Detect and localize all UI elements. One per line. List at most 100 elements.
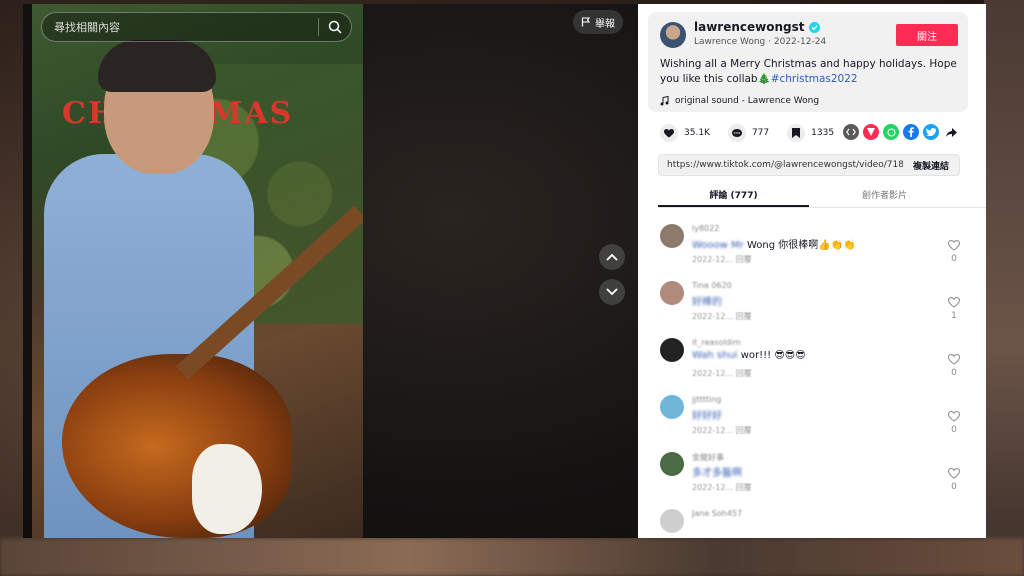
- comment-list: ly8022 Wooow Mr Wong 你很棒啊👍👏👏 2022-12... …: [658, 222, 966, 538]
- commenter-name[interactable]: it_reasoldim: [692, 338, 741, 347]
- report-label: 舉報: [595, 18, 615, 30]
- commenter-name[interactable]: Jane Soh457: [692, 509, 742, 518]
- heart-outline-icon: [947, 296, 961, 308]
- comment-bubble-icon: [727, 124, 746, 142]
- heart-icon: [660, 124, 678, 142]
- author-subline: Lawrence Wong · 2022-12-24: [694, 37, 827, 47]
- heart-outline-icon: [947, 239, 961, 251]
- comment-text: Wah shui wor!!! 😎😎😎: [692, 350, 806, 361]
- next-video-button[interactable]: [599, 279, 625, 305]
- comment-item: Tina 0620 好棒的 2022-12... 回覆 1: [658, 279, 966, 336]
- music-note-icon: [660, 96, 669, 106]
- comment-meta[interactable]: 2022-12... 回覆: [692, 254, 752, 265]
- video-player-area[interactable]: CHRISTMAS 舉報: [23, 4, 638, 538]
- person-hair: [98, 40, 216, 92]
- hashtag-link[interactable]: #christmas2022: [771, 73, 858, 85]
- post-date: 2022-12-24: [773, 37, 827, 47]
- commenter-name[interactable]: 金龍好事: [692, 452, 724, 463]
- comment-like-count: 0: [951, 482, 957, 492]
- whatsapp-icon[interactable]: [883, 124, 899, 140]
- tab-creator-videos[interactable]: 創作者影片: [809, 186, 960, 207]
- video-detail-window: CHRISTMAS 舉報: [23, 4, 986, 538]
- search-input[interactable]: [42, 20, 318, 34]
- search-icon: [328, 20, 342, 34]
- post-caption: Wishing all a Merry Christmas and happy …: [660, 57, 960, 87]
- save-button[interactable]: 1335: [787, 124, 834, 142]
- comment-item: Jane Soh457: [658, 507, 966, 538]
- send-to-friends-icon[interactable]: [863, 124, 879, 140]
- comment-text: 好棒的: [692, 293, 722, 308]
- blurred-background-right: [984, 0, 1024, 576]
- commenter-avatar[interactable]: [660, 281, 684, 305]
- post-header-card: lawrencewongst Lawrence Wong · 2022-12-2…: [648, 12, 968, 112]
- follow-button[interactable]: 關注: [896, 24, 958, 46]
- search-button[interactable]: [319, 12, 351, 42]
- comment-like-count: 0: [951, 368, 957, 378]
- blurred-background-bottom: [0, 538, 1024, 576]
- comment-item: 金龍好事 多才多藝啊 2022-12... 回覆 0: [658, 450, 966, 507]
- guitar-pickguard: [192, 444, 262, 534]
- video-link-url[interactable]: https://www.tiktok.com/@lawrencewongst/v…: [659, 160, 903, 170]
- comment-meta[interactable]: 2022-12... 回覆: [692, 368, 752, 379]
- username-row[interactable]: lawrencewongst: [694, 20, 820, 34]
- previous-video-button[interactable]: [599, 244, 625, 270]
- comment-like[interactable]: 1: [944, 296, 964, 321]
- display-name: Lawrence Wong: [694, 37, 766, 47]
- search-box: [41, 12, 352, 42]
- commenter-avatar[interactable]: [660, 509, 684, 533]
- comment-text: 多才多藝啊: [692, 464, 742, 479]
- commenter-avatar[interactable]: [660, 338, 684, 362]
- share-icons: [843, 124, 959, 140]
- username[interactable]: lawrencewongst: [694, 20, 805, 34]
- comment-meta[interactable]: 2022-12... 回覆: [692, 482, 752, 493]
- commenter-avatar[interactable]: [660, 452, 684, 476]
- save-count: 1335: [811, 128, 835, 138]
- comment-text-blurred: 多才多藝啊: [692, 468, 742, 479]
- comment-like-count: 0: [951, 425, 957, 435]
- tab-comments[interactable]: 評論 (777): [658, 186, 809, 207]
- commenter-avatar[interactable]: [660, 224, 684, 248]
- bookmark-icon: [787, 124, 806, 142]
- like-button[interactable]: 35.1K: [660, 124, 710, 142]
- comment-text-blurred: Wah shui: [692, 350, 738, 361]
- comment-text: 好好好: [692, 407, 722, 422]
- comment-meta[interactable]: 2022-12... 回覆: [692, 311, 752, 322]
- twitter-icon[interactable]: [923, 124, 939, 140]
- comment-like[interactable]: 0: [944, 239, 964, 264]
- chevron-up-icon: [606, 253, 618, 261]
- comment-item: ly8022 Wooow Mr Wong 你很棒啊👍👏👏 2022-12... …: [658, 222, 966, 279]
- comment-count: 777: [751, 128, 770, 138]
- like-count: 35.1K: [684, 128, 710, 138]
- copy-link-button[interactable]: 複製連結: [903, 159, 959, 172]
- avatar[interactable]: [660, 22, 686, 48]
- sound-link[interactable]: original sound - Lawrence Wong: [660, 96, 819, 106]
- comment-text-blurred: Wooow Mr: [692, 240, 744, 251]
- heart-outline-icon: [947, 353, 961, 365]
- comment-like[interactable]: 0: [944, 353, 964, 378]
- commenter-name[interactable]: jjtttting: [692, 395, 721, 404]
- video-link-row: https://www.tiktok.com/@lawrencewongst/v…: [658, 154, 960, 176]
- comment-text-blurred: 好棒的: [692, 297, 722, 308]
- comment-like[interactable]: 0: [944, 467, 964, 492]
- comment-text-visible: Wong 你很棒啊👍👏👏: [743, 240, 856, 251]
- comment-item: it_reasoldim Wah shui wor!!! 😎😎😎 2022-12…: [658, 336, 966, 393]
- comment-like-count: 0: [951, 254, 957, 264]
- report-button[interactable]: 舉報: [573, 10, 623, 34]
- comment-text: Wooow Mr Wong 你很棒啊👍👏👏: [692, 236, 856, 251]
- share-arrow-icon[interactable]: [943, 124, 959, 140]
- facebook-icon[interactable]: [903, 124, 919, 140]
- commenter-name[interactable]: ly8022: [692, 224, 719, 233]
- comment-text-blurred: 好好好: [692, 411, 722, 422]
- comment-meta[interactable]: 2022-12... 回覆: [692, 425, 752, 436]
- commenter-avatar[interactable]: [660, 395, 684, 419]
- verified-icon: [808, 21, 820, 33]
- details-panel: lawrencewongst Lawrence Wong · 2022-12-2…: [638, 4, 986, 538]
- comment-like[interactable]: 0: [944, 410, 964, 435]
- comment-button[interactable]: 777: [727, 124, 770, 142]
- embed-icon[interactable]: [843, 124, 859, 140]
- comment-item: jjtttting 好好好 2022-12... 回覆 0: [658, 393, 966, 450]
- commenter-name[interactable]: Tina 0620: [692, 281, 732, 290]
- heart-outline-icon: [947, 410, 961, 422]
- flag-icon: [581, 17, 591, 27]
- video-frame[interactable]: CHRISTMAS: [32, 4, 363, 538]
